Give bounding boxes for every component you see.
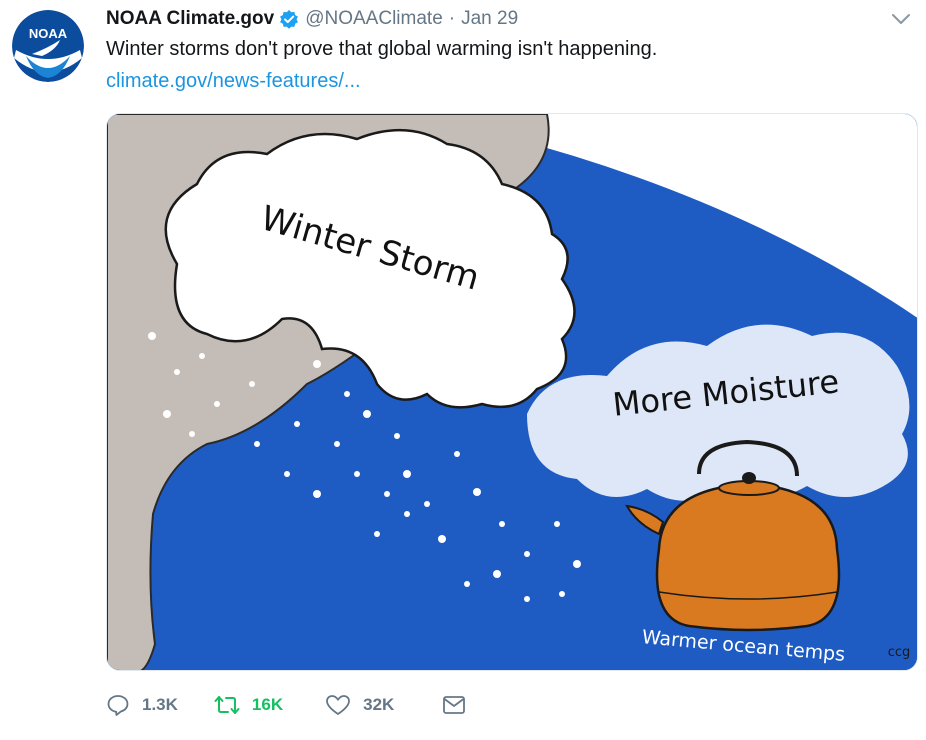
tweet-header: NOAA Climate.gov @NOAAClimate · Jan 29 — [106, 6, 518, 32]
tweet-card[interactable]: NOAA NOAA Climate.gov @NOAAClimate · Jan… — [0, 0, 926, 740]
artist-signature: ccg — [888, 645, 911, 660]
reply-button[interactable]: 1.3K — [106, 688, 178, 722]
handle[interactable]: @NOAAClimate — [305, 8, 443, 30]
like-count: 32K — [363, 695, 395, 714]
retweet-icon — [214, 696, 240, 714]
envelope-icon — [443, 696, 466, 714]
verified-badge-icon — [279, 9, 299, 29]
avatar-logo-text: NOAA — [29, 26, 68, 41]
retweet-count: 16K — [251, 695, 284, 714]
header-separator: · — [448, 8, 456, 29]
reply-count: 1.3K — [142, 695, 178, 714]
retweet-button[interactable]: 16K — [214, 688, 283, 722]
heart-icon — [326, 695, 351, 715]
avatar[interactable]: NOAA — [12, 10, 84, 82]
tweet-link[interactable]: climate.gov/news-features/... — [106, 68, 361, 94]
tweet-action-bar: 1.3K 16K 32K — [106, 688, 466, 722]
tweet-text: Winter storms don't prove that global wa… — [106, 38, 658, 60]
tweet-media-image[interactable]: Winter Storm More Moisture Warmer ocean … — [106, 113, 918, 671]
reply-icon — [107, 695, 129, 716]
kettle-knob — [742, 472, 756, 484]
timestamp[interactable]: Jan 29 — [461, 8, 518, 30]
like-button[interactable]: 32K — [325, 688, 394, 722]
chevron-down-icon[interactable] — [890, 10, 912, 28]
kettle-body — [655, 482, 841, 632]
display-name[interactable]: NOAA Climate.gov — [106, 8, 274, 30]
direct-message-button[interactable] — [442, 688, 466, 722]
